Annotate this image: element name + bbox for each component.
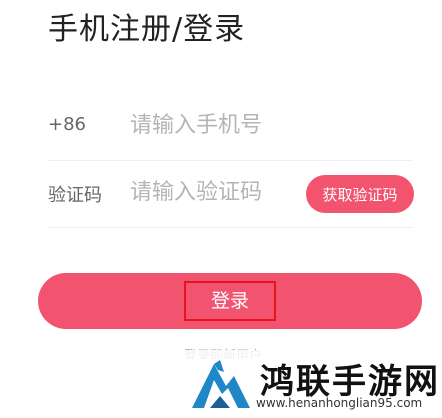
login-button[interactable]: 登录 <box>38 273 422 329</box>
code-input[interactable] <box>130 175 300 209</box>
code-label: 验证码 <box>48 185 102 206</box>
country-code-label[interactable]: +86 <box>48 114 86 135</box>
page-title: 手机注册/登录 <box>48 12 246 47</box>
watermark: 鸿联手游网 www.henanhonglian95.com <box>176 350 438 414</box>
mountain-logo-icon <box>192 360 250 408</box>
phone-input[interactable] <box>130 108 350 142</box>
get-code-button[interactable]: 获取验证码 <box>306 175 414 213</box>
code-row: 验证码 获取验证码 <box>48 163 414 228</box>
login-page: 手机注册/登录 +86 验证码 获取验证码 登录 登录即新用户 鸿联手游网 ww… <box>0 0 442 418</box>
login-button-label: 登录 <box>184 281 276 321</box>
phone-row: +86 <box>48 96 412 161</box>
watermark-url: www.henanhonglian95.com <box>256 396 423 410</box>
